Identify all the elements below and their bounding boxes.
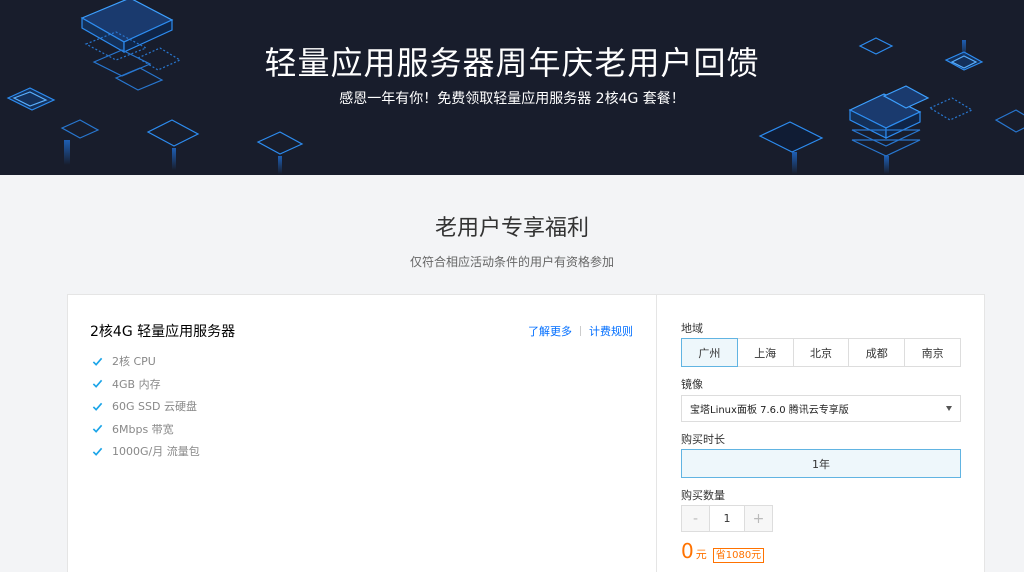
billing-rules-link[interactable]: 计费规则 xyxy=(589,323,633,339)
duration-option-1-year[interactable]: 1年 xyxy=(681,449,961,478)
feature-text: 1000G/月 流量包 xyxy=(112,445,200,459)
product-info-panel: 2核4G 轻量应用服务器 了解更多 计费规则 2核 CPU 4GB 内存 60G… xyxy=(68,295,657,572)
feature-text: 4GB 内存 xyxy=(112,377,161,391)
quantity-stepper: - 1 + xyxy=(681,505,773,532)
region-label: 地域 xyxy=(681,322,703,335)
feature-item: 1000G/月 流量包 xyxy=(92,440,200,463)
banner-title: 轻量应用服务器周年庆老用户回馈 xyxy=(264,44,760,82)
check-icon xyxy=(92,402,103,411)
price-amount: 0 xyxy=(681,539,694,563)
section-subtitle: 仅符合相应活动条件的用户有资格参加 xyxy=(409,255,614,269)
product-links: 了解更多 计费规则 xyxy=(528,323,633,339)
region-option-beijing[interactable]: 北京 xyxy=(793,339,850,366)
region-option-nanjing[interactable]: 南京 xyxy=(905,339,960,366)
feature-item: 2核 CPU xyxy=(92,350,200,373)
quantity-input[interactable]: 1 xyxy=(709,506,745,531)
product-title: 2核4G 轻量应用服务器 xyxy=(90,324,236,340)
caret-down-icon xyxy=(946,406,952,411)
banner-subtitle: 感恩一年有你！免费领取轻量应用服务器 2核4G 套餐！ xyxy=(339,91,685,107)
check-icon xyxy=(92,447,103,456)
region-option-chengdu[interactable]: 成都 xyxy=(849,339,906,366)
feature-text: 2核 CPU xyxy=(112,355,156,369)
savings-badge: 省1080元 xyxy=(712,548,765,563)
feature-text: 60G SSD 云硬盘 xyxy=(112,400,197,414)
price-display: 0 元 省1080元 xyxy=(681,539,765,563)
image-label: 镜像 xyxy=(681,378,703,391)
quantity-increment-button[interactable]: + xyxy=(745,506,772,531)
region-option-shanghai[interactable]: 上海 xyxy=(737,339,794,366)
check-icon xyxy=(92,357,103,366)
section-title: 老用户专享福利 xyxy=(434,216,589,241)
offer-card: 2核4G 轻量应用服务器 了解更多 计费规则 2核 CPU 4GB 内存 60G… xyxy=(67,294,985,572)
quantity-label: 购买数量 xyxy=(681,489,725,502)
duration-label: 购买时长 xyxy=(681,433,725,446)
price-unit: 元 xyxy=(695,548,707,561)
check-icon xyxy=(92,425,103,434)
region-selector: 广州 上海 北京 成都 南京 xyxy=(681,338,961,367)
feature-text: 6Mbps 带宽 xyxy=(112,422,174,436)
feature-list: 2核 CPU 4GB 内存 60G SSD 云硬盘 6Mbps 带宽 1000G… xyxy=(92,350,200,463)
feature-item: 6Mbps 带宽 xyxy=(92,418,200,441)
check-icon xyxy=(92,380,103,389)
learn-more-link[interactable]: 了解更多 xyxy=(528,323,572,339)
feature-item: 4GB 内存 xyxy=(92,373,200,396)
quantity-decrement-button[interactable]: - xyxy=(682,506,709,531)
feature-item: 60G SSD 云硬盘 xyxy=(92,395,200,418)
image-select-value: 宝塔Linux面板 7.6.0 腾讯云专享版 xyxy=(690,405,849,416)
order-config-panel: 地域 广州 上海 北京 成都 南京 镜像 宝塔Linux面板 7.6.0 腾讯云… xyxy=(658,295,986,572)
hero-banner: 轻量应用服务器周年庆老用户回馈 感恩一年有你！免费领取轻量应用服务器 2核4G … xyxy=(0,0,1024,175)
link-divider xyxy=(580,326,581,336)
region-option-guangzhou[interactable]: 广州 xyxy=(681,338,738,367)
image-select[interactable]: 宝塔Linux面板 7.6.0 腾讯云专享版 xyxy=(681,395,961,422)
